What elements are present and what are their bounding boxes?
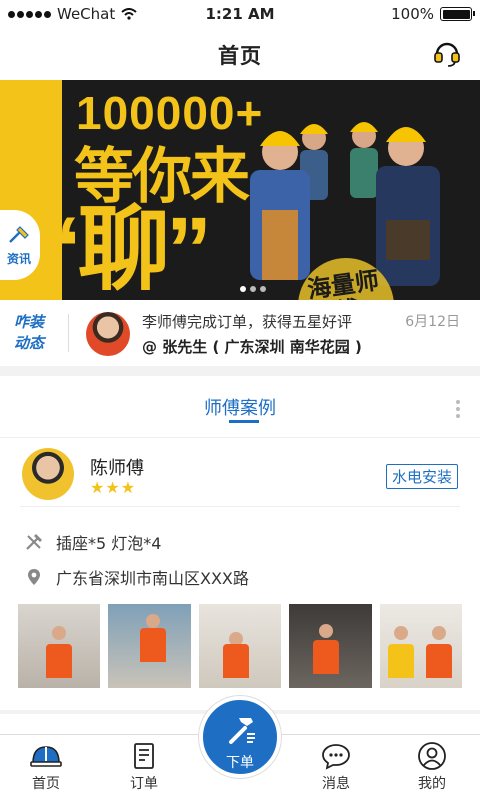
tab-messages[interactable]: 消息 [306,741,366,793]
document-icon [134,743,154,769]
tab-underline [229,420,259,423]
news-headline: 李师傅完成订单，获得五星好评 [142,313,353,331]
banner-side-tag[interactable]: 资讯 [0,210,40,280]
case-photo[interactable] [289,604,372,688]
tools-icon [9,225,29,243]
news-divider [68,314,69,352]
status-right: 100% [391,5,475,23]
banner-side-tag-label: 资讯 [6,251,31,266]
tools-icon [26,534,42,550]
rating-stars: ★★★ [90,478,137,497]
location-pin-icon [28,569,40,585]
chat-bubble-icon [322,744,350,770]
address-row: 广东省深圳市南山区XXX路 [24,565,249,589]
banner-dot[interactable] [260,286,266,292]
headset-icon[interactable] [432,38,462,68]
items-row: 插座*5 灯泡*4 [24,530,161,554]
hammer-icon [229,718,255,744]
tab-messages-label: 消息 [322,776,350,792]
avatar [22,448,74,500]
battery-icon [440,7,475,21]
case-photo[interactable] [198,604,282,688]
news-date: 6月12日 [405,314,460,330]
tab-me[interactable]: 我的 [402,741,462,793]
case-photo[interactable] [108,604,191,688]
address-text: 广东省深圳市南山区XXX路 [56,569,249,588]
place-order-label: 下单 [226,755,254,771]
banner-dot[interactable] [240,286,246,292]
service-tag: 水电安装 [385,464,458,489]
tab-worker-cases[interactable]: 师傅案例 [0,394,480,420]
status-bar: WeChat 1:21 AM 100% [0,0,480,28]
case-photo[interactable] [18,604,101,688]
worker-name: 陈师傅 [90,458,144,479]
tab-orders[interactable]: 订单 [114,741,174,793]
header: 首页 [0,28,480,80]
battery-percent: 100% [391,5,434,23]
user-icon [418,742,446,770]
more-options-icon[interactable] [456,400,460,418]
tab-me-label: 我的 [418,776,446,792]
banner-quote-text: “聊” [36,199,212,300]
tab-home[interactable]: 首页 [16,741,76,793]
tab-home-label: 首页 [32,776,60,792]
page-title: 首页 [218,44,262,68]
banner-pagination[interactable] [240,286,266,292]
cases-header: 师傅案例 [0,376,480,438]
divider [20,506,460,507]
case-card[interactable]: 陈师傅 ★★★ 水电安装 插座*5 灯泡*4 广东省深圳市南山区XXX路 [0,438,480,710]
promo-banner[interactable]: 100000+ 等你来 “聊” 海量师傅 资讯 [0,80,480,300]
helmet-icon [30,746,62,767]
avatar [86,312,130,356]
place-order-button[interactable]: 下单 [199,696,281,778]
news-ticker[interactable]: 咋装动态 李师傅完成订单，获得五星好评 @ 张先生 ( 广东深圳 南华花园 ) … [0,300,480,366]
banner-dot[interactable] [250,286,256,292]
news-tag: 咋装动态 [14,313,45,352]
news-customer: @ 张先生 ( 广东深圳 南华花园 ) [142,338,362,356]
items-text: 插座*5 灯泡*4 [56,534,162,553]
case-photos [18,604,463,688]
case-photo[interactable] [379,604,463,688]
tab-orders-label: 订单 [130,776,158,792]
